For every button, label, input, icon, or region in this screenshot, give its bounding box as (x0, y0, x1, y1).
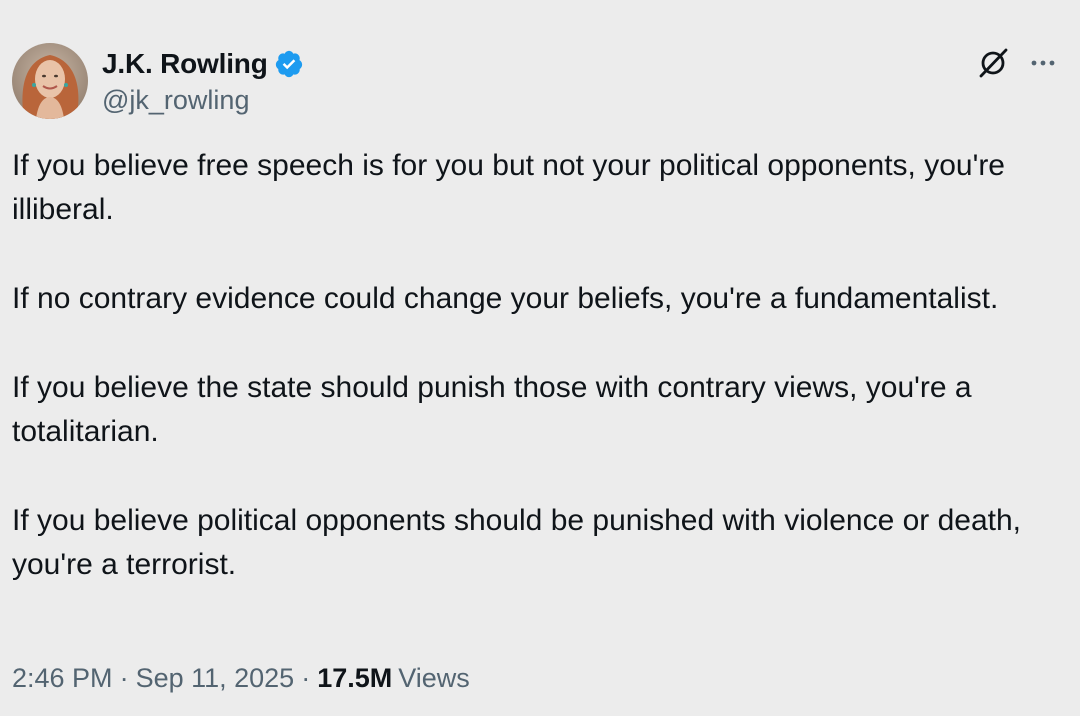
meta-separator: · (301, 662, 311, 693)
views-count[interactable]: 17.5M (317, 663, 392, 694)
tweet-card: J.K. Rowling @jk_rowling If you believe … (0, 0, 1080, 716)
views-label[interactable]: Views (398, 663, 470, 694)
avatar[interactable] (12, 43, 88, 119)
name-row: J.K. Rowling (102, 47, 304, 81)
tweet-paragraph: If you believe the state should punish t… (12, 371, 980, 448)
tweet-paragraph: If you believe political opponents shoul… (12, 504, 1030, 581)
tweet-date[interactable]: Sep 11, 2025 (136, 663, 295, 694)
author-handle[interactable]: @jk_rowling (102, 85, 304, 116)
tweet-header: J.K. Rowling @jk_rowling (12, 42, 304, 120)
tweet-top-actions (976, 46, 1058, 80)
tweet-text: If you believe free speech is for you bu… (12, 144, 1062, 632)
tweet-paragraph: If no contrary evidence could change you… (12, 282, 999, 315)
more-horizontal-icon[interactable] (1028, 48, 1058, 78)
verified-badge-icon[interactable] (274, 49, 304, 79)
grok-icon[interactable] (976, 46, 1010, 80)
meta-separator: · (119, 662, 129, 693)
author-info: J.K. Rowling @jk_rowling (102, 47, 304, 116)
tweet-meta: 2:46 PM · Sep 11, 2025 · 17.5M Views (12, 658, 470, 698)
avatar-image (12, 43, 88, 119)
tweet-paragraph: If you believe free speech is for you bu… (12, 149, 1014, 226)
tweet-time[interactable]: 2:46 PM (12, 663, 113, 694)
author-display-name[interactable]: J.K. Rowling (102, 48, 268, 80)
